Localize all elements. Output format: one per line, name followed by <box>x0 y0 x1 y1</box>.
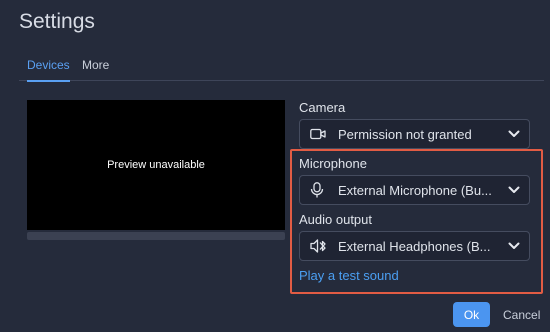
play-test-sound-link[interactable]: Play a test sound <box>299 268 399 283</box>
cancel-button[interactable]: Cancel <box>503 302 540 327</box>
tab-more[interactable]: More <box>82 58 109 80</box>
chevron-down-icon <box>499 242 529 250</box>
ok-button[interactable]: Ok <box>453 302 490 327</box>
audio-output-value: External Headphones (B... <box>338 238 491 254</box>
microphone-value: External Microphone (Bu... <box>338 182 492 198</box>
audio-output-select[interactable]: External Headphones (B... <box>299 231 530 261</box>
microphone-label: Microphone <box>299 156 367 171</box>
audio-output-label: Audio output <box>299 212 373 227</box>
chevron-down-icon <box>499 130 529 138</box>
preview-bar <box>27 232 285 240</box>
tab-devices[interactable]: Devices <box>27 58 70 82</box>
camera-select[interactable]: Permission not granted <box>299 119 530 149</box>
microphone-select[interactable]: External Microphone (Bu... <box>299 175 530 205</box>
chevron-down-icon <box>499 186 529 194</box>
tab-bar: Devices More <box>19 50 544 82</box>
microphone-icon <box>310 182 338 198</box>
camera-value: Permission not granted <box>338 126 472 142</box>
camera-label: Camera <box>299 100 346 115</box>
video-preview: Preview unavailable <box>27 100 285 230</box>
camera-icon <box>310 128 338 140</box>
page-title: Settings <box>19 10 95 33</box>
preview-text: Preview unavailable <box>107 159 205 171</box>
bluetooth-headphones-icon <box>310 238 338 254</box>
